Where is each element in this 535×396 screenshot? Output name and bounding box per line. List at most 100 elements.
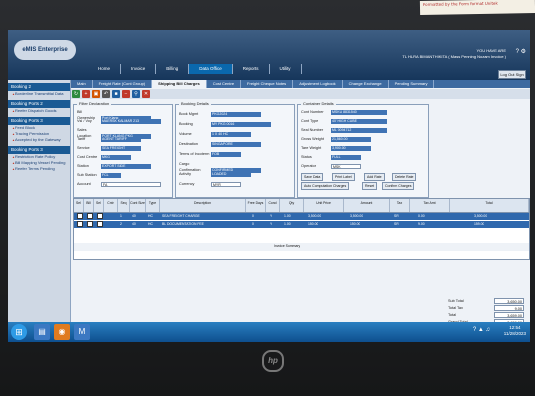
- save-icon[interactable]: ■: [112, 90, 120, 98]
- col-header[interactable]: Description: [160, 199, 246, 212]
- firefox-icon[interactable]: ◉: [54, 324, 70, 340]
- file-explorer-icon[interactable]: ▤: [34, 324, 50, 340]
- sidebar-item[interactable]: Borderline Transmittal Data: [8, 91, 70, 97]
- close-icon[interactable]: ✕: [142, 90, 150, 98]
- start-button[interactable]: ⊞: [11, 324, 27, 340]
- select-checkbox[interactable]: [77, 213, 83, 220]
- help-tray-icon[interactable]: ?: [473, 327, 476, 333]
- form-row: Cont Number MSKU 8831540: [301, 109, 387, 115]
- bill-checkbox[interactable]: [87, 221, 93, 228]
- tare-weight-field[interactable]: 3,900.00: [331, 145, 371, 151]
- status-field[interactable]: FULL: [331, 154, 361, 160]
- seal-number-field[interactable]: ML 0094712: [331, 127, 387, 133]
- cost-centre-field[interactable]: MKG: [101, 154, 131, 160]
- new-icon[interactable]: +: [82, 90, 90, 98]
- vessel-voyage-field[interactable]: MAERSK KALMAR 213: [101, 118, 161, 124]
- col-header[interactable]: Amount: [344, 199, 390, 212]
- sel-checkbox[interactable]: [97, 213, 103, 220]
- table-row[interactable]: 1 40 HC SEA FREIGHT CHARGE 0 Y 1.00 3,50…: [74, 213, 529, 220]
- help-icon[interactable]: ?: [516, 49, 519, 55]
- book-mgmt-field[interactable]: PKG2024: [211, 111, 261, 117]
- save-data-button[interactable]: Save Data: [301, 173, 324, 181]
- confirm-charges-button[interactable]: Confirm Charges: [382, 182, 415, 190]
- clock[interactable]: 12:54 11/28/2023: [504, 325, 526, 337]
- header-icons: ? ⚙: [516, 48, 526, 55]
- col-header[interactable]: Cont Size: [130, 199, 146, 212]
- col-header[interactable]: Sel: [74, 199, 84, 212]
- sel-checkbox[interactable]: [97, 221, 103, 228]
- print-label-button[interactable]: Print Label: [332, 173, 355, 181]
- nav-item-utility[interactable]: Utility: [270, 64, 302, 74]
- sidebar-section-title[interactable]: Booking Ports 3: [8, 146, 70, 154]
- col-header[interactable]: Type: [146, 199, 160, 212]
- col-header[interactable]: Total: [450, 199, 529, 212]
- nav-item-reports[interactable]: Reports: [233, 64, 270, 74]
- network-icon[interactable]: ▲: [478, 327, 484, 333]
- incoterm-field[interactable]: FOB: [211, 151, 241, 157]
- volume-field[interactable]: 1 X 40 HC: [211, 131, 251, 137]
- settings-icon[interactable]: ⚙: [521, 49, 526, 55]
- cell: 1: [120, 214, 122, 218]
- tab-adjustment[interactable]: Adjustment Logbook: [293, 80, 343, 88]
- undo-icon[interactable]: ↶: [102, 90, 110, 98]
- gross-weight-field[interactable]: 21,560.00: [331, 136, 371, 142]
- col-header[interactable]: Free Days: [246, 199, 266, 212]
- service-field[interactable]: SEA FREIGHT: [101, 145, 141, 151]
- activity-field[interactable]: LOADED: [211, 171, 251, 177]
- sidebar-section-title[interactable]: Booking Ports 3: [8, 117, 70, 125]
- volume-icon[interactable]: ♫: [486, 327, 491, 333]
- col-header[interactable]: Unit Price: [304, 199, 344, 212]
- col-header[interactable]: Cond: [266, 199, 280, 212]
- reset-button[interactable]: Reset: [362, 182, 378, 190]
- sub-station-field[interactable]: FCL: [101, 172, 121, 178]
- sidebar-item[interactable]: Accepted by the Gateway: [8, 137, 70, 143]
- col-header[interactable]: Cntr: [104, 199, 118, 212]
- sidebar-section-title[interactable]: Booking Ports 2: [8, 100, 70, 108]
- operator-field[interactable]: MSK: [331, 163, 361, 169]
- delete-rate-button[interactable]: Delete Rate: [392, 173, 417, 181]
- delete-icon[interactable]: −: [122, 90, 130, 98]
- add-rate-button[interactable]: Add Rate: [364, 173, 385, 181]
- col-header[interactable]: Qty: [280, 199, 304, 212]
- nav-item-billing[interactable]: Billing: [156, 64, 190, 74]
- station-field[interactable]: EXPORT SIDE: [101, 163, 151, 169]
- col-header[interactable]: Bill: [84, 199, 94, 212]
- nav-item-invoice[interactable]: Invoice: [121, 64, 157, 74]
- auto-computation-button[interactable]: Auto Computation Charges: [301, 182, 350, 190]
- app-icon[interactable]: M: [74, 324, 90, 340]
- nav-item-home[interactable]: Home: [88, 64, 122, 74]
- bill-checkbox[interactable]: [87, 213, 93, 220]
- currency-field[interactable]: MYR: [211, 181, 241, 187]
- table-row[interactable]: 2 40 HC BL DOCUMENTATION FEE 0 Y 1.00 15…: [74, 221, 529, 228]
- field-label: Booking: [179, 122, 193, 126]
- account-field[interactable]: FA: [101, 181, 161, 187]
- tab-freight-rate[interactable]: Freight Rate (Cont Group): [93, 80, 153, 88]
- col-header[interactable]: Tax Amt: [410, 199, 450, 212]
- destination-field[interactable]: SINGAPORE: [211, 141, 261, 147]
- tariff-field[interactable]: AGENT TARIFF: [101, 136, 141, 142]
- form-row: Service SEA FREIGHT: [77, 145, 141, 151]
- cont-type-field[interactable]: 40' HIGH CUBE: [331, 118, 387, 124]
- field-label: Cont Number: [301, 110, 324, 114]
- logout-button[interactable]: Log Out Sign: [498, 70, 526, 79]
- col-header[interactable]: Seq: [118, 199, 130, 212]
- sidebar-item[interactable]: Reefer Terms Pending: [8, 166, 70, 172]
- tab-freight-cheque[interactable]: Freight Cheque Notes: [241, 80, 294, 88]
- tab-change-exchange[interactable]: Change Exchange: [343, 80, 389, 88]
- booking-field[interactable]: MY PKG 0016: [211, 121, 271, 127]
- tab-pending-summary[interactable]: Pending Summary: [389, 80, 435, 88]
- col-header[interactable]: Sel: [94, 199, 104, 212]
- tab-main[interactable]: Main: [71, 80, 93, 88]
- folder-icon[interactable]: ▣: [92, 90, 100, 98]
- cell: 0: [252, 222, 254, 226]
- sidebar-item[interactable]: Reefer Dispatch Goods: [8, 108, 70, 114]
- tab-shipping-bill-charges[interactable]: Shipping Bill Charges: [152, 80, 207, 88]
- search-icon[interactable]: ⚲: [132, 90, 140, 98]
- tab-cost-centre[interactable]: Cost Centre: [207, 80, 242, 88]
- col-header[interactable]: Tax: [390, 199, 410, 212]
- nav-item-data-office[interactable]: Data Office: [189, 64, 233, 74]
- refresh-icon[interactable]: ↻: [72, 90, 80, 98]
- sidebar-section-title[interactable]: Booking 2: [8, 83, 70, 91]
- select-checkbox[interactable]: [77, 221, 83, 228]
- cont-number-field[interactable]: MSKU 8831540: [331, 109, 387, 115]
